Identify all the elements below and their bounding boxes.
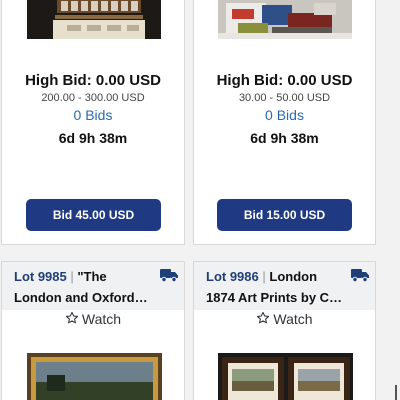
bids-count-link[interactable]: 0 Bids: [2, 107, 184, 123]
lot-title[interactable]: London: [269, 269, 317, 284]
bids-count-link[interactable]: 0 Bids: [194, 107, 375, 123]
high-bid-text: High Bid: 0.00 USD: [216, 72, 353, 89]
truck-icon: [160, 269, 178, 282]
lot-number[interactable]: Lot 9986: [206, 269, 259, 284]
bid-button[interactable]: Bid 15.00 USD: [217, 199, 352, 231]
watch-button[interactable]: Watch: [2, 311, 184, 327]
estimate-range: 200.00 - 300.00 USD: [41, 92, 145, 104]
lot-image[interactable]: [218, 0, 352, 39]
lot-card: High Bid: 0.00 USD 30.00 - 50.00 USD 0 B…: [193, 0, 376, 245]
lot-title-line-2[interactable]: London and Oxford…: [14, 290, 148, 305]
estimate-range: 30.00 - 50.00 USD: [238, 92, 331, 104]
lot-card: Lot 9986 | London 1874 Art Prints by C… …: [193, 261, 376, 400]
time-left: 6d 9h 38m: [250, 130, 319, 146]
separator: |: [70, 269, 74, 284]
lot-title-line-2[interactable]: 1874 Art Prints by C…: [206, 290, 342, 305]
time-left: 6d 9h 38m: [58, 130, 128, 146]
truck-icon: [351, 269, 369, 282]
lot-title-line-1[interactable]: Lot 9986 | London: [206, 269, 317, 284]
lot-title-line-1[interactable]: Lot 9985 | "The: [14, 269, 107, 284]
star-outline-icon: [65, 311, 78, 324]
lot-number[interactable]: Lot 9985: [14, 269, 67, 284]
watch-label: Watch: [273, 311, 313, 327]
separator: |: [262, 269, 266, 284]
lot-image[interactable]: [27, 353, 162, 400]
lot-image[interactable]: [218, 353, 353, 400]
watch-button[interactable]: Watch: [194, 311, 375, 327]
lot-title[interactable]: "The: [77, 269, 106, 284]
lot-card: Lot 9985 | "The London and Oxford… Watch: [1, 261, 185, 400]
bid-button[interactable]: Bid 45.00 USD: [26, 199, 161, 231]
high-bid-text: High Bid: 0.00 USD: [25, 72, 161, 89]
lot-header[interactable]: Lot 9986 | London 1874 Art Prints by C…: [194, 262, 375, 310]
lot-header[interactable]: Lot 9985 | "The London and Oxford…: [2, 262, 184, 310]
watch-label: Watch: [81, 311, 122, 327]
lot-image[interactable]: [27, 0, 161, 39]
lot-card: High Bid: 0.00 USD 200.00 - 300.00 USD 0…: [1, 0, 185, 245]
scrollbar[interactable]: [395, 385, 397, 400]
star-outline-icon: [257, 311, 270, 324]
